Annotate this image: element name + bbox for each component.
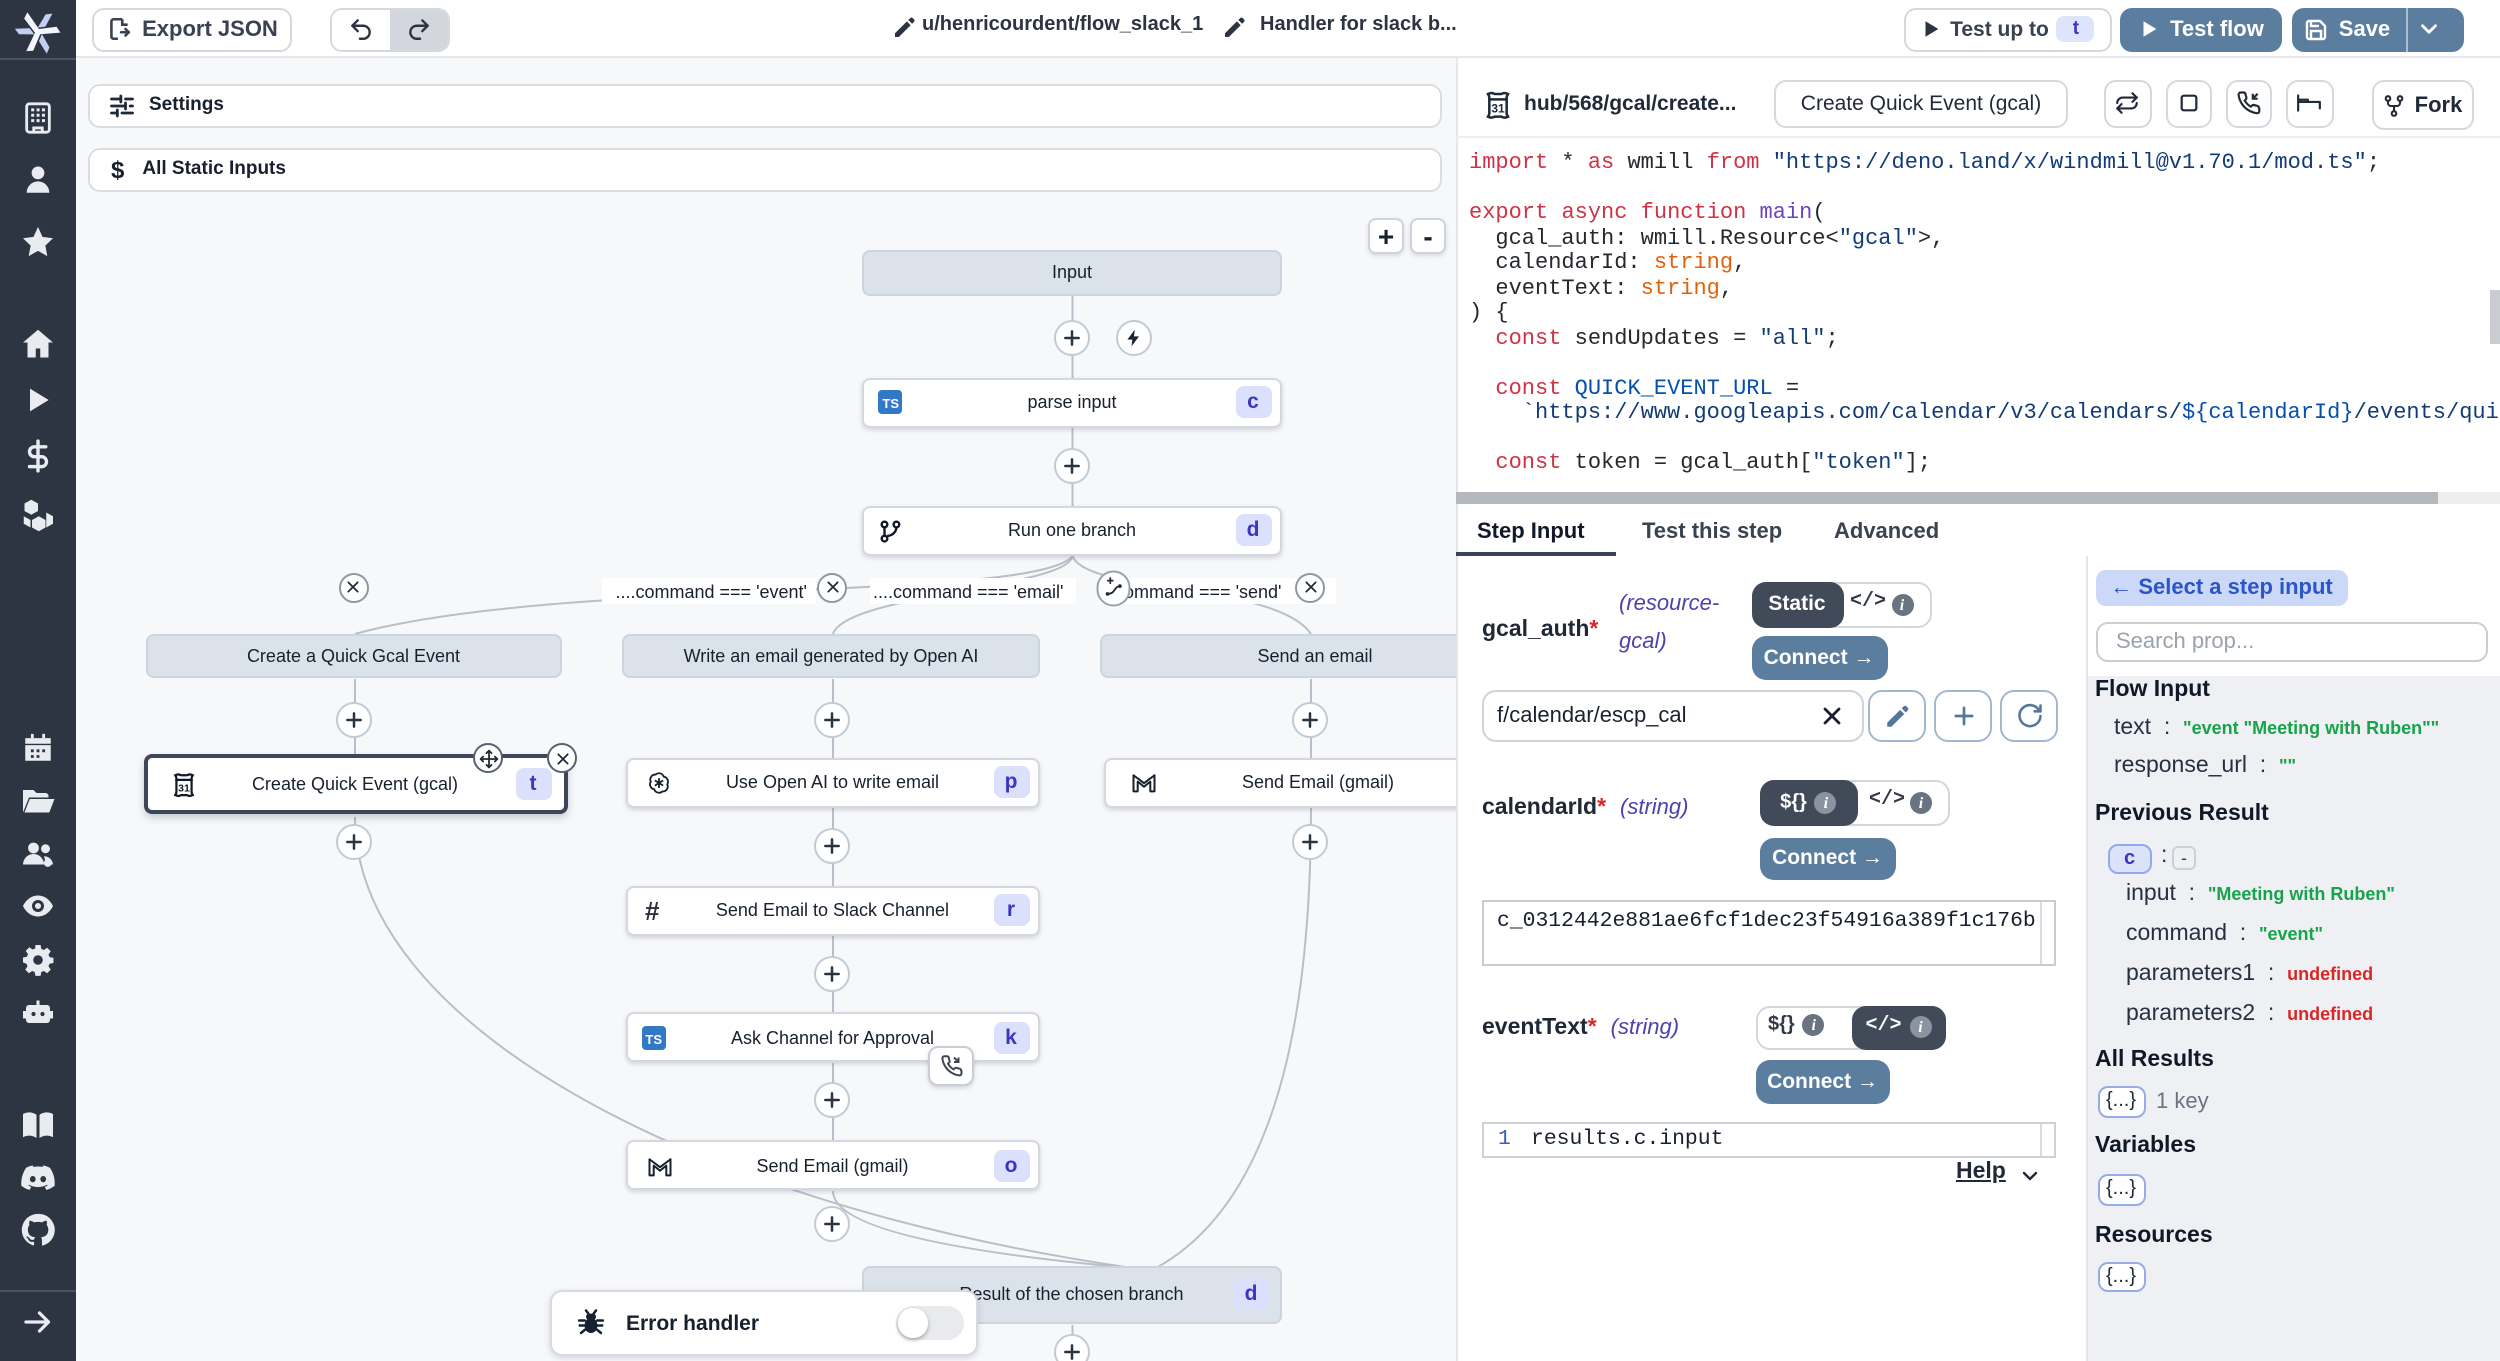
- svg-text:31: 31: [1491, 101, 1505, 115]
- svg-text:31: 31: [177, 782, 189, 794]
